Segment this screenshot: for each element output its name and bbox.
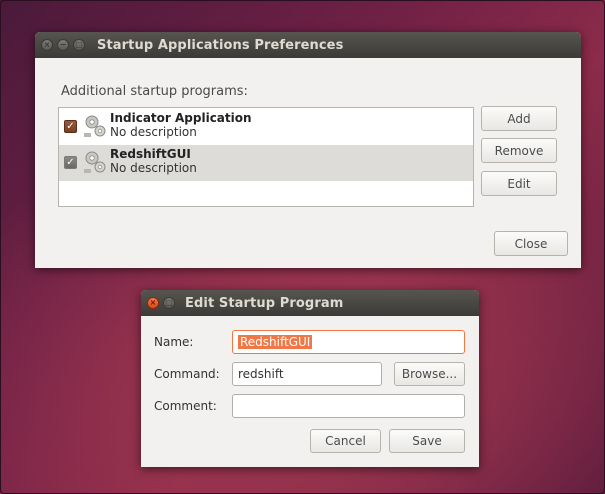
command-field[interactable]: redshift xyxy=(232,362,382,386)
startup-programs-list[interactable]: ✓ Indicator Application No description ✓… xyxy=(58,107,474,207)
program-name: RedshiftGUI xyxy=(110,147,191,161)
minimize-icon[interactable]: − xyxy=(57,39,69,51)
name-label: Name: xyxy=(154,335,194,349)
dialog-title: Edit Startup Program xyxy=(185,295,344,311)
program-description: No description xyxy=(110,125,197,139)
list-item[interactable]: ✓ RedshiftGUI No description xyxy=(59,145,473,181)
dialog-titlebar[interactable]: × □ Edit Startup Program xyxy=(141,290,479,316)
gear-icon xyxy=(84,115,106,137)
gear-icon xyxy=(84,151,106,173)
list-item[interactable]: ✓ Indicator Application No description xyxy=(59,109,473,145)
browse-button[interactable]: Browse... xyxy=(394,362,465,386)
prefs-titlebar[interactable]: × − □ Startup Applications Preferences xyxy=(35,32,581,58)
name-field-value: RedshiftGUI xyxy=(238,335,313,349)
edit-button[interactable]: Edit xyxy=(481,171,557,196)
add-button[interactable]: Add xyxy=(481,106,557,131)
comment-field[interactable] xyxy=(232,394,465,418)
maximize-icon[interactable]: □ xyxy=(73,39,85,51)
program-description: No description xyxy=(110,161,197,175)
comment-label: Comment: xyxy=(154,399,217,413)
command-label: Command: xyxy=(154,367,220,381)
cancel-button[interactable]: Cancel xyxy=(310,429,381,453)
command-field-value: redshift xyxy=(238,367,284,381)
close-button[interactable]: Close xyxy=(494,231,568,256)
section-label: Additional startup programs: xyxy=(61,84,248,99)
remove-button[interactable]: Remove xyxy=(481,138,557,163)
save-button[interactable]: Save xyxy=(389,429,465,453)
checkbox-checked-icon[interactable]: ✓ xyxy=(64,120,77,133)
program-name: Indicator Application xyxy=(110,111,252,125)
close-icon[interactable]: × xyxy=(41,39,53,51)
close-icon[interactable]: × xyxy=(147,297,159,309)
prefs-window-title: Startup Applications Preferences xyxy=(97,37,344,53)
maximize-icon[interactable]: □ xyxy=(163,297,175,309)
name-field[interactable]: RedshiftGUI xyxy=(232,330,465,354)
checkbox-checked-icon[interactable]: ✓ xyxy=(64,156,77,169)
